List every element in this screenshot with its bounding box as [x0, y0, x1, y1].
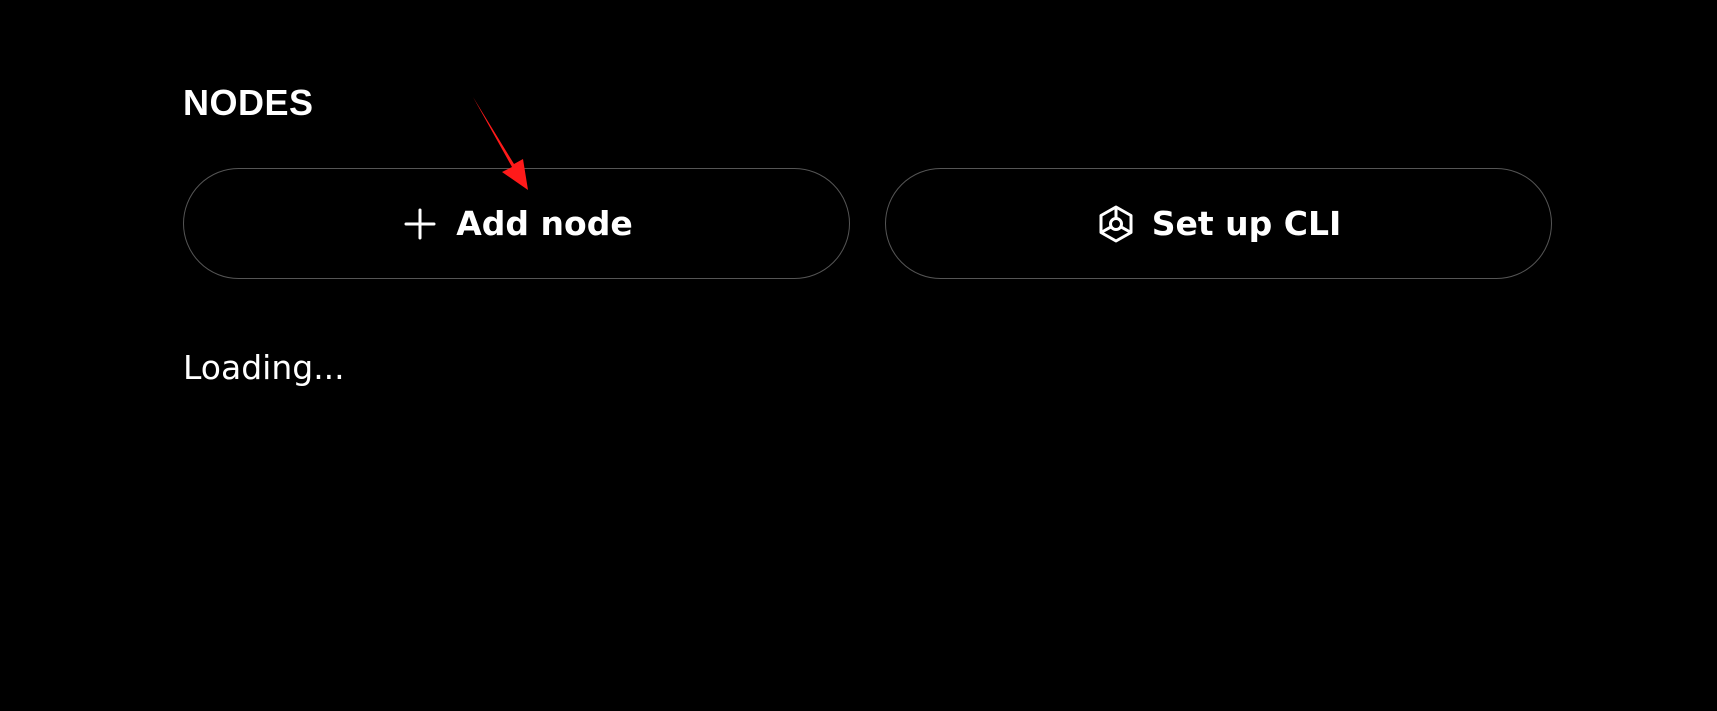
- add-node-label: Add node: [456, 204, 633, 243]
- add-node-button[interactable]: Add node: [183, 168, 850, 279]
- loading-text: Loading...: [183, 348, 345, 387]
- setup-cli-label: Set up CLI: [1151, 204, 1342, 243]
- plus-icon: [400, 204, 440, 244]
- section-title: NODES: [183, 82, 314, 123]
- nodes-page: NODES Add node Set up CLI Loading...: [0, 0, 1717, 711]
- cube-icon: [1096, 204, 1136, 244]
- setup-cli-button[interactable]: Set up CLI: [885, 168, 1552, 279]
